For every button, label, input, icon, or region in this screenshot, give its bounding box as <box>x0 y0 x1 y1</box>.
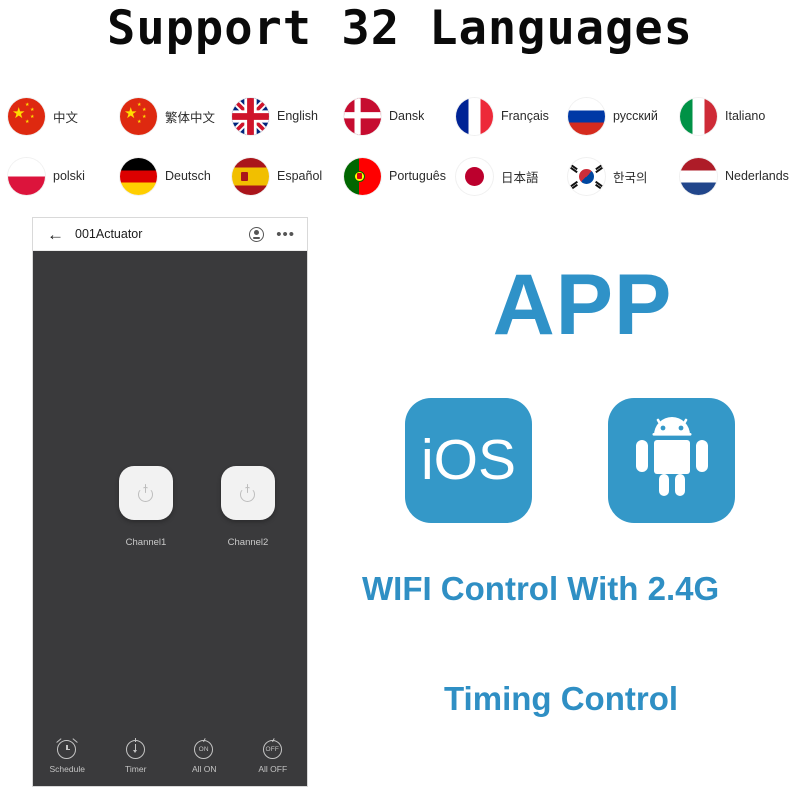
toolbar-label: Timer <box>125 764 147 774</box>
app-body: Channel1 Channel2 Schedule Timer ON All … <box>33 251 308 786</box>
app-title: 001Actuator <box>75 227 143 241</box>
language-label: Nederlands <box>725 169 789 183</box>
channel1-power-button[interactable] <box>119 466 173 520</box>
language-item-ko[interactable]: 한국의 <box>568 157 680 195</box>
language-item-ja[interactable]: 日本語 <box>456 157 568 195</box>
phone-app-mockup: ← 001Actuator ••• Channel1 Channel2 Sche… <box>32 217 308 787</box>
flag-uk-icon <box>232 97 269 135</box>
stopwatch-icon <box>125 738 147 760</box>
language-item-de[interactable]: Deutsch <box>120 157 232 195</box>
app-bottom-toolbar: Schedule Timer ON All ON OFF All OFF <box>33 725 308 786</box>
language-item-pt[interactable]: Português <box>344 157 456 195</box>
flag-italy-icon <box>680 97 717 135</box>
page-title: Support 32 Languages <box>107 1 693 56</box>
android-badge[interactable] <box>608 398 735 523</box>
channel-item-2[interactable]: Channel2 <box>197 466 299 548</box>
language-item-fr[interactable]: Français <box>456 97 568 135</box>
all-on-icon: ON <box>193 737 215 760</box>
flag-netherlands-icon <box>680 157 717 195</box>
language-row-1: ★ ★ ★ ★ ★ 中文 ★ ★ ★ ★ ★ 繁体中文 English Dans… <box>8 86 792 146</box>
power-icon <box>137 484 155 502</box>
toolbar-label: All OFF <box>258 764 288 774</box>
channel-item-1[interactable]: Channel1 <box>95 466 197 548</box>
power-icon <box>239 484 257 502</box>
flag-china-icon: ★ ★ ★ ★ ★ <box>120 97 157 135</box>
language-item-zh[interactable]: ★ ★ ★ ★ ★ 中文 <box>8 97 120 135</box>
toolbar-item-schedule[interactable]: Schedule <box>33 737 102 774</box>
language-item-es[interactable]: Español <box>232 157 344 195</box>
language-label: 中文 <box>53 110 79 125</box>
language-item-ru[interactable]: русский <box>568 97 680 135</box>
language-label: 日本語 <box>501 170 539 185</box>
language-label: 繁体中文 <box>165 110 216 125</box>
language-label: Español <box>277 169 323 183</box>
language-item-it[interactable]: Italiano <box>680 97 792 135</box>
all-on-icon-text: ON <box>198 746 209 753</box>
flag-china-icon: ★ ★ ★ ★ ★ <box>8 97 45 135</box>
ios-label: iOS <box>420 428 517 492</box>
toolbar-label: Schedule <box>49 764 85 774</box>
language-label: Deutsch <box>165 169 211 183</box>
language-label: Français <box>501 109 549 123</box>
flag-france-icon <box>456 97 493 135</box>
flag-poland-icon <box>8 157 45 195</box>
language-label: English <box>277 109 318 123</box>
wifi-control-text: WIFI Control With 2.4G <box>362 570 720 607</box>
app-heading: APP <box>492 257 673 353</box>
flag-germany-icon <box>120 157 157 195</box>
language-label: Português <box>389 169 446 183</box>
toolbar-item-all-on[interactable]: ON All ON <box>170 737 239 774</box>
flag-japan-icon <box>456 157 493 195</box>
language-label: polski <box>53 169 85 183</box>
flag-portugal-icon <box>344 157 381 195</box>
all-off-icon-text: OFF <box>265 746 280 753</box>
language-list: ★ ★ ★ ★ ★ 中文 ★ ★ ★ ★ ★ 繁体中文 English Dans… <box>8 86 792 206</box>
channel-label: Channel2 <box>227 537 269 548</box>
timing-control-text: Timing Control <box>444 680 679 717</box>
toolbar-label: All ON <box>191 764 217 774</box>
channel-label: Channel1 <box>125 537 167 548</box>
flag-spain-icon <box>232 157 269 195</box>
language-item-en[interactable]: English <box>232 97 344 135</box>
back-arrow-icon[interactable]: ← <box>47 226 64 243</box>
flag-korea-icon <box>568 157 605 195</box>
toolbar-item-all-off[interactable]: OFF All OFF <box>239 737 308 774</box>
language-item-da[interactable]: Dansk <box>344 97 456 135</box>
more-options-icon[interactable]: ••• <box>276 227 295 242</box>
language-item-pl[interactable]: polski <box>8 157 120 195</box>
language-item-nl[interactable]: Nederlands <box>680 157 792 195</box>
flag-russia-icon <box>568 97 605 135</box>
flag-denmark-icon <box>344 97 381 135</box>
platform-badges: iOS <box>405 398 735 523</box>
language-label: 한국의 <box>613 170 648 185</box>
alarm-clock-icon <box>56 737 78 760</box>
toolbar-item-timer[interactable]: Timer <box>102 738 171 774</box>
all-off-icon: OFF <box>262 737 284 760</box>
voice-mic-icon[interactable] <box>249 226 265 242</box>
language-row-2: polski Deutsch Español Português 日本語 한국의… <box>8 146 792 206</box>
language-item-zh-tw[interactable]: ★ ★ ★ ★ ★ 繁体中文 <box>120 97 232 135</box>
ios-badge[interactable]: iOS <box>405 398 532 523</box>
channel-list: Channel1 Channel2 <box>33 466 307 548</box>
android-robot-icon <box>632 416 712 505</box>
channel2-power-button[interactable] <box>221 466 275 520</box>
language-label: Italiano <box>725 109 766 123</box>
language-label: русский <box>613 109 658 123</box>
language-label: Dansk <box>389 109 425 123</box>
app-header: ← 001Actuator ••• <box>33 218 307 251</box>
